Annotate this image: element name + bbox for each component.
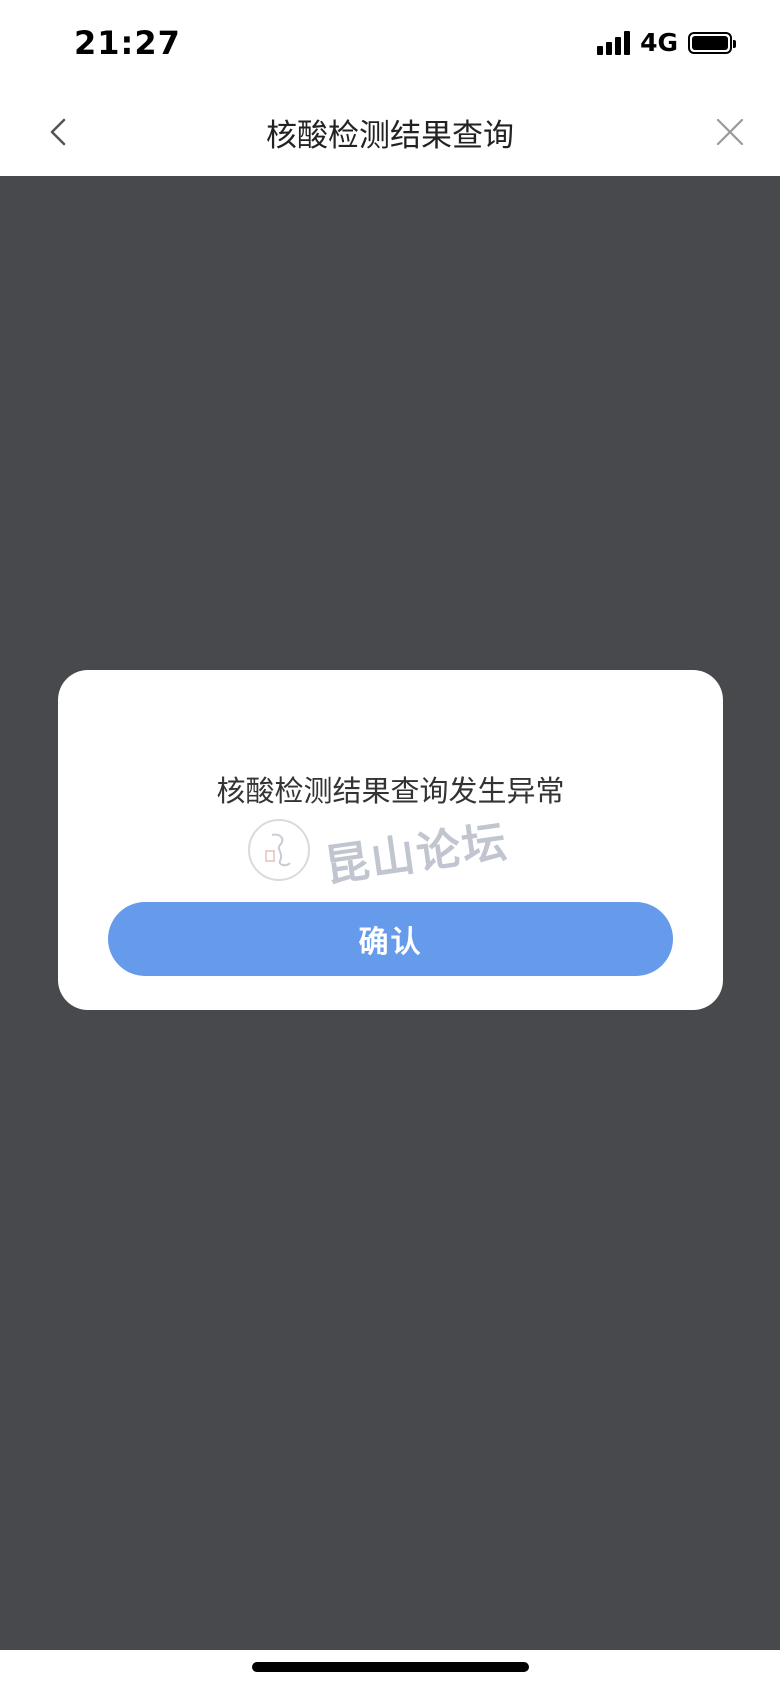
battery-fill [692, 35, 728, 50]
status-time: 21:27 [74, 24, 181, 62]
watermark-seal-icon [248, 819, 310, 881]
watermark-text: 昆山论坛 [321, 816, 512, 893]
close-icon[interactable] [710, 112, 750, 152]
home-indicator-area [0, 1650, 780, 1688]
status-bar: 21:27 4G [0, 0, 780, 90]
battery-icon [688, 31, 736, 54]
confirm-button[interactable]: 确认 [108, 902, 673, 976]
navigation-bar: 核酸检测结果查询 [0, 90, 780, 176]
dialog-message: 核酸检测结果查询发生异常 [216, 774, 565, 808]
watermark: 昆山论坛 [248, 816, 511, 893]
alert-dialog: 核酸检测结果查询发生异常 昆山论坛 确认 [58, 670, 723, 1010]
screen: 21:27 4G 核酸检测结果查询 核酸检测结果查询发生异常 昆山论坛 确认 [0, 0, 780, 1688]
page-title: 核酸检测结果查询 [266, 118, 514, 154]
status-indicators: 4G [597, 28, 736, 57]
home-indicator[interactable] [252, 1662, 529, 1672]
network-type: 4G [640, 28, 678, 57]
cellular-signal-icon [597, 30, 631, 55]
